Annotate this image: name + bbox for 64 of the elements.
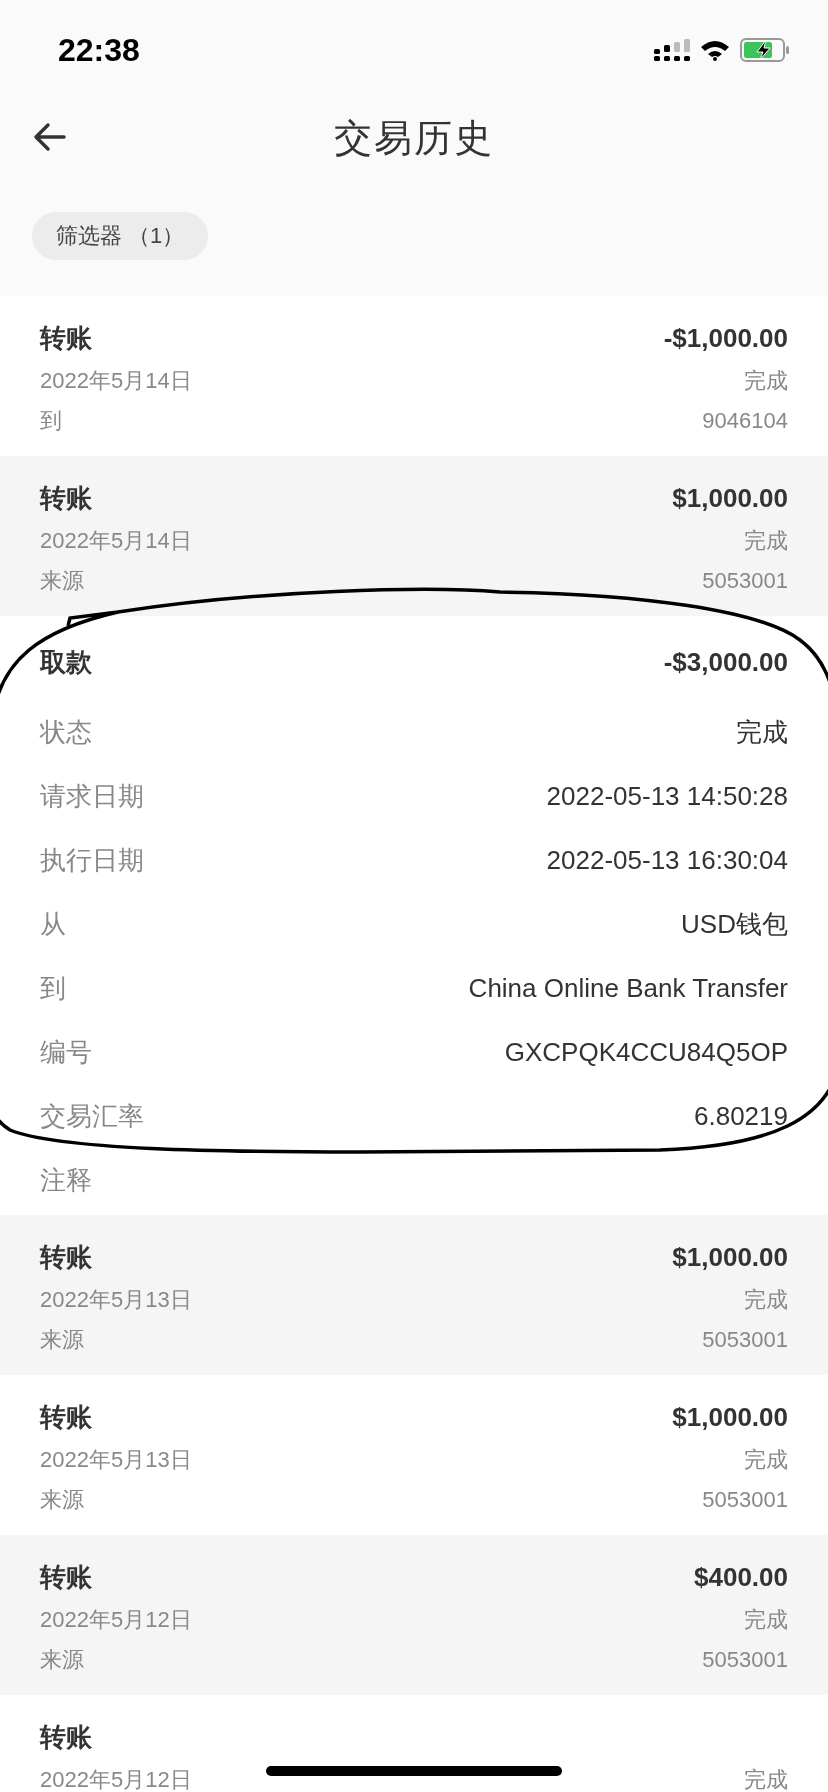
detail-value: 完成	[736, 715, 788, 749]
transaction-type: 转账	[40, 482, 93, 515]
transaction-date: 2022年5月14日	[40, 367, 192, 395]
detail-value: USD钱包	[681, 907, 788, 941]
detail-value: 6.80219	[694, 1100, 788, 1132]
detail-label: 状态	[40, 715, 92, 749]
detail-value: China Online Bank Transfer	[468, 972, 788, 1004]
filter-button[interactable]: 筛选器 （1）	[32, 212, 209, 260]
transaction-status: 完成	[744, 367, 788, 395]
transaction-status: 完成	[744, 527, 788, 555]
detail-label: 从	[40, 907, 66, 941]
transaction-amount: $1,000.00	[672, 1401, 788, 1434]
transaction-amount: $1,000.00	[672, 482, 788, 515]
transaction-type: 转账	[40, 1721, 93, 1754]
transaction-date: 2022年5月13日	[40, 1286, 192, 1314]
transaction-row[interactable]: 转账 2022年5月14日 到 -$1,000.00 完成 9046104	[0, 296, 828, 456]
detail-label: 编号	[40, 1035, 92, 1069]
transaction-type: 取款	[40, 646, 92, 679]
detail-label: 交易汇率	[40, 1099, 144, 1133]
transaction-detail-panel[interactable]: 取款 -$3,000.00 状态 完成 请求日期 2022-05-13 14:50:28 执行日期 2022-05-13 16:30:04 从 USD钱包 到 China Online Bank Transfer 编号 GXCPQK4CCU84Q5OP 交易汇率 6.80219 注释	[0, 616, 828, 1215]
wifi-icon	[700, 39, 730, 61]
transaction-type: 转账	[40, 322, 93, 355]
signal-icon	[654, 39, 690, 61]
transaction-row[interactable]: 转账 2022年5月14日 来源 $1,000.00 完成 5053001	[0, 456, 828, 616]
detail-label: 到	[40, 971, 66, 1005]
transaction-date: 2022年5月12日	[40, 1606, 192, 1634]
account-number: 5053001	[702, 567, 788, 595]
direction-label: 来源	[40, 1486, 85, 1514]
detail-label: 注释	[40, 1163, 92, 1197]
transaction-type: 转账	[40, 1401, 93, 1434]
transaction-amount: -$3,000.00	[663, 646, 788, 679]
transaction-row[interactable]: 转账 2022年5月13日 来源 $1,000.00 完成 5053001	[0, 1215, 828, 1375]
transaction-date: 2022年5月12日	[40, 1766, 192, 1792]
direction-label: 来源	[40, 567, 85, 595]
transaction-amount: -$1,000.00	[663, 322, 788, 355]
transaction-date: 2022年5月13日	[40, 1446, 192, 1474]
detail-value: GXCPQK4CCU84Q5OP	[504, 1036, 788, 1068]
account-number: 5053001	[702, 1646, 788, 1674]
account-number: 5053001	[702, 1486, 788, 1514]
account-number: 9046104	[702, 407, 788, 435]
status-time: 22:38	[58, 31, 140, 69]
transaction-status: 完成	[744, 1766, 788, 1792]
detail-label: 执行日期	[40, 843, 144, 877]
transaction-type: 转账	[40, 1561, 93, 1594]
page-title: 交易历史	[334, 115, 494, 161]
transaction-row[interactable]: 转账 2022年5月12日 完成	[0, 1695, 828, 1792]
transaction-status: 完成	[744, 1446, 788, 1474]
transaction-amount: $400.00	[694, 1561, 788, 1594]
transaction-row[interactable]: 转账 2022年5月12日 来源 $400.00 完成 5053001	[0, 1535, 828, 1695]
transaction-status: 完成	[744, 1286, 788, 1314]
direction-label: 来源	[40, 1326, 85, 1354]
detail-value: 2022-05-13 16:30:04	[546, 844, 788, 876]
transaction-status: 完成	[744, 1606, 788, 1634]
transaction-type: 转账	[40, 1241, 93, 1274]
transaction-row[interactable]: 转账 2022年5月13日 来源 $1,000.00 完成 5053001	[0, 1375, 828, 1535]
detail-label: 请求日期	[40, 779, 144, 813]
account-number: 5053001	[702, 1326, 788, 1354]
back-arrow-icon	[32, 122, 66, 152]
detail-value: 2022-05-13 14:50:28	[546, 780, 788, 812]
direction-label: 到	[40, 407, 63, 435]
battery-charging-icon	[740, 38, 790, 62]
transaction-date: 2022年5月14日	[40, 527, 192, 555]
transaction-amount: $1,000.00	[672, 1241, 788, 1274]
direction-label: 来源	[40, 1646, 85, 1674]
